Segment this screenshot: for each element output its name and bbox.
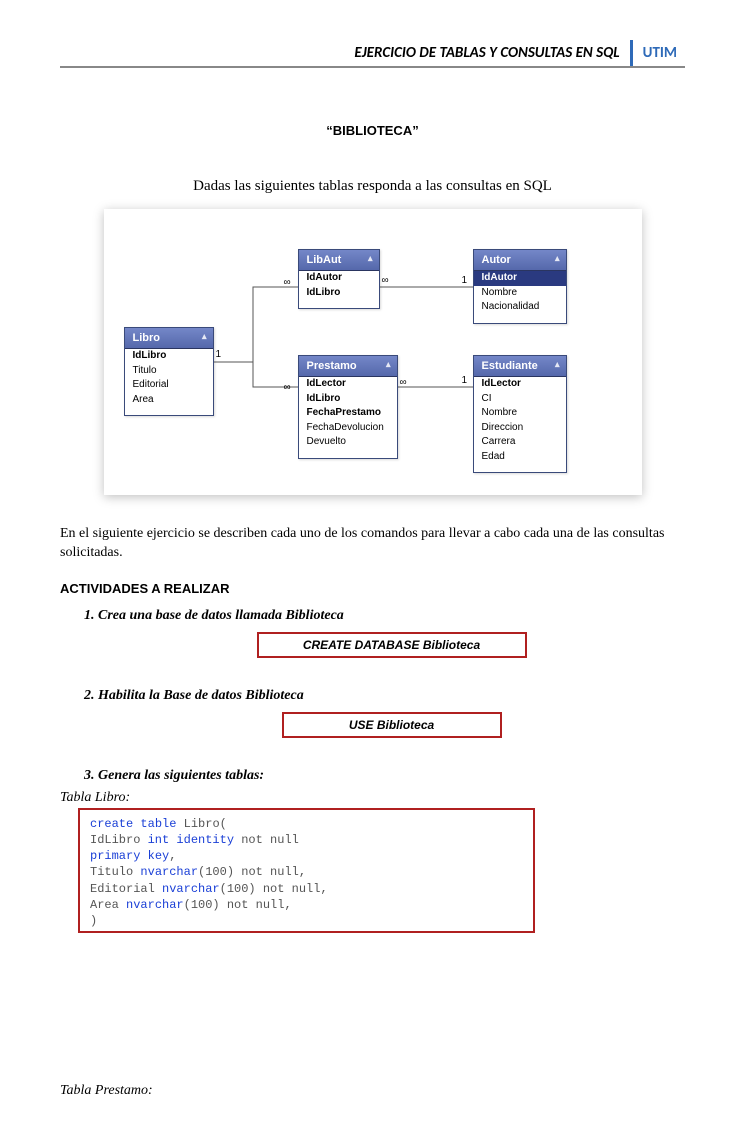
- cardinality-many: ∞: [284, 382, 291, 393]
- entity-libro-title: Libro: [125, 328, 213, 349]
- sql-box-use-db: USE Biblioteca: [282, 712, 502, 738]
- activity-item-3: Genera las siguientes tablas:: [98, 768, 685, 784]
- entity-prestamo-title: Prestamo: [299, 356, 397, 377]
- intro-text: Dadas las siguientes tablas responda a l…: [100, 178, 645, 195]
- entity-autor-field: Nombre: [474, 286, 566, 301]
- entity-estudiante-field: Carrera: [474, 435, 566, 450]
- entity-estudiante: Estudiante IdLector CI Nombre Direccion …: [473, 355, 567, 473]
- entity-libaut-field: IdLibro: [299, 286, 379, 301]
- cardinality-many: ∞: [284, 277, 291, 288]
- tabla-libro-label: Tabla Libro:: [60, 790, 685, 806]
- entity-libro-field: IdLibro: [125, 349, 213, 364]
- cardinality-one: 1: [462, 375, 468, 386]
- activity-3-text: Genera las siguientes tablas:: [98, 768, 264, 783]
- activities-heading: ACTIVIDADES A REALIZAR: [60, 581, 685, 596]
- entity-libro-field: Area: [125, 393, 213, 408]
- entity-prestamo-field: Devuelto: [299, 435, 397, 450]
- entity-estudiante-field: IdLector: [474, 377, 566, 392]
- entity-libaut: LibAut IdAutor IdLibro: [298, 249, 380, 309]
- activity-item-2: Habilita la Base de datos Biblioteca USE…: [98, 688, 685, 738]
- tabla-prestamo-label: Tabla Prestamo:: [60, 1083, 685, 1099]
- entity-prestamo-field: IdLector: [299, 377, 397, 392]
- cardinality-one: 1: [216, 349, 222, 360]
- header-badge: UTIM: [630, 40, 685, 66]
- activity-2-text: Habilita la Base de datos Biblioteca: [98, 688, 304, 703]
- activity-item-1: Crea una base de datos llamada Bibliotec…: [98, 608, 685, 658]
- entity-autor-field: IdAutor: [474, 271, 566, 286]
- entity-estudiante-field: Nombre: [474, 406, 566, 421]
- entity-estudiante-field: Edad: [474, 450, 566, 465]
- header-title: EJERCICIO DE TABLAS Y CONSULTAS EN SQL: [354, 40, 629, 66]
- document-title: “BIBLIOTECA”: [60, 123, 685, 138]
- entity-autor: Autor IdAutor Nombre Nacionalidad: [473, 249, 567, 324]
- entity-libro-field: Editorial: [125, 378, 213, 393]
- page-header: EJERCICIO DE TABLAS Y CONSULTAS EN SQL U…: [60, 40, 685, 68]
- entity-autor-field: Nacionalidad: [474, 300, 566, 315]
- entity-prestamo: Prestamo IdLector IdLibro FechaPrestamo …: [298, 355, 398, 459]
- entity-prestamo-field: FechaPrestamo: [299, 406, 397, 421]
- cardinality-many: ∞: [382, 275, 389, 286]
- entity-libaut-title: LibAut: [299, 250, 379, 271]
- entity-libro-field: Titulo: [125, 364, 213, 379]
- cardinality-many: ∞: [400, 377, 407, 388]
- sql-code-libro: create table Libro( IdLibro int identity…: [78, 808, 535, 933]
- exercise-description: En el siguiente ejercicio se describen c…: [60, 525, 685, 563]
- entity-prestamo-field: IdLibro: [299, 392, 397, 407]
- er-diagram: Libro IdLibro Titulo Editorial Area LibA…: [104, 209, 642, 495]
- cardinality-one: 1: [462, 275, 468, 286]
- entity-libro: Libro IdLibro Titulo Editorial Area: [124, 327, 214, 416]
- entity-autor-title: Autor: [474, 250, 566, 271]
- entity-estudiante-title: Estudiante: [474, 356, 566, 377]
- entity-estudiante-field: CI: [474, 392, 566, 407]
- activity-1-text: Crea una base de datos llamada Bibliotec…: [98, 608, 344, 623]
- sql-box-create-db: CREATE DATABASE Biblioteca: [257, 632, 527, 658]
- entity-libaut-field: IdAutor: [299, 271, 379, 286]
- entity-estudiante-field: Direccion: [474, 421, 566, 436]
- entity-prestamo-field: FechaDevolucion: [299, 421, 397, 436]
